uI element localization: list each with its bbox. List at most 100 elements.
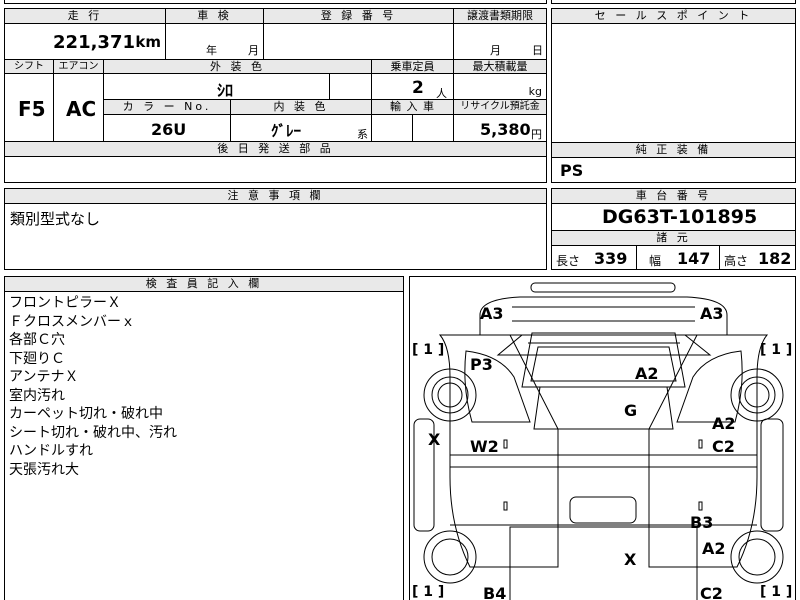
aircon-label: エアコン xyxy=(58,61,99,72)
cargo-bed-shape xyxy=(509,526,698,600)
transfer-day: 日 xyxy=(532,44,543,57)
inspector-line: アンテナＸ xyxy=(9,369,79,385)
import-cell-right xyxy=(412,114,454,142)
capacity-header: 乗車定員 xyxy=(371,59,454,74)
recycle-cell: 5,380 円 xyxy=(453,114,547,142)
inspector-line: 天張汚れ大 xyxy=(9,461,79,478)
inspector-line: 室内汚れ xyxy=(9,387,65,404)
max-load-cell: kg xyxy=(453,73,547,100)
interior-color-suffix: 系 xyxy=(357,128,368,141)
damage-mark-b4: B4 xyxy=(483,584,507,600)
mileage-header: 走 行 xyxy=(4,8,166,24)
aircon-header: エアコン xyxy=(53,59,104,74)
max-load-unit: kg xyxy=(528,85,542,98)
interior-color-value: ｸﾞﾚｰ xyxy=(271,122,302,140)
recycle-header: リサイクル預託金 xyxy=(453,99,547,115)
interior-color-cell: ｸﾞﾚｰ 系 xyxy=(230,114,372,142)
damage-mark-a2-right-lower: A2 xyxy=(702,539,726,558)
damage-mark-a3-left: A3 xyxy=(480,304,504,323)
registration-label: 登 録 番 号 xyxy=(320,9,397,22)
notes-label: 注 意 事 項 欄 xyxy=(227,189,324,202)
inspector-lines: フロントピラーＸ Ｆクロスメンバーｘ 各部Ｃ穴 下廻りＣ アンテナＸ 室内汚れ … xyxy=(9,294,177,479)
inspector-line: Ｆクロスメンバーｘ xyxy=(9,313,135,330)
recycle-label: リサイクル預託金 xyxy=(460,101,540,112)
inspector-line: ハンドルすれ xyxy=(9,443,93,459)
specs-header: 諸 元 xyxy=(551,230,796,246)
later-parts-header: 後 日 発 送 部 品 xyxy=(4,141,547,157)
front-bumper-shape xyxy=(530,282,676,293)
sales-point-body xyxy=(551,23,796,143)
hood-shape xyxy=(479,296,728,336)
mileage-cell: 221,371 km xyxy=(4,23,166,60)
sales-point-label: セ ー ル ス ポ イ ン ト xyxy=(594,9,753,22)
tire-rear-left-inner xyxy=(431,538,469,576)
damage-mark-w2: W2 xyxy=(470,437,499,456)
genuine-equipment-cell: PS xyxy=(551,157,796,183)
inspector-header: 検 査 員 記 入 欄 xyxy=(4,276,404,292)
later-parts-label: 後 日 発 送 部 品 xyxy=(217,142,334,155)
mileage-label: 走 行 xyxy=(67,9,103,22)
vehicle-diagram-panel: [ 1 ] [ 1 ] [ 1 ] [ 1 ] A3 A3 P3 A2 G A2… xyxy=(409,276,796,600)
length-value: 339 xyxy=(594,249,628,268)
interior-color-label: 内 装 色 xyxy=(273,100,329,113)
chassis-value: DG63T-101895 xyxy=(602,206,758,228)
color-no-header: カ ラ ー No. xyxy=(103,99,231,115)
import-label: 輸 入 車 xyxy=(390,100,435,113)
capacity-value: 2 xyxy=(412,78,424,98)
width-value: 147 xyxy=(677,249,711,268)
color-no-label: カ ラ ー No. xyxy=(122,100,212,113)
registration-cell xyxy=(263,23,454,60)
aircon-cell: AC xyxy=(53,73,104,142)
height-label: 高さ xyxy=(724,254,749,268)
tire-label-rear-left: [ 1 ] xyxy=(412,584,445,600)
damage-mark-c2-right: C2 xyxy=(712,437,735,456)
chassis-cell: DG63T-101895 xyxy=(551,203,796,231)
shift-label: シフト xyxy=(14,61,44,72)
transfer-label: 譲渡書類期限 xyxy=(467,9,533,22)
damage-mark-a2-right: A2 xyxy=(712,414,736,433)
exterior-color-cell: ｼﾛ xyxy=(103,73,330,100)
tire-label-front-right: [ 1 ] xyxy=(760,342,793,358)
exterior-color-value: ｼﾛ xyxy=(217,81,234,100)
capacity-label: 乗車定員 xyxy=(390,60,435,73)
max-load-label: 最大積載量 xyxy=(472,60,528,73)
import-cell-left xyxy=(371,114,413,142)
notes-cell: 類別型式なし xyxy=(4,203,547,270)
height-value: 182 xyxy=(758,249,792,268)
interior-color-header: 内 装 色 xyxy=(230,99,372,115)
inspection-label: 車 検 xyxy=(197,9,232,22)
later-parts-cell xyxy=(4,156,547,183)
damage-mark-p3: P3 xyxy=(470,355,493,374)
aircon-value: AC xyxy=(66,97,97,121)
notes-value: 類別型式なし xyxy=(10,210,101,228)
top-cut-strip xyxy=(4,0,547,4)
shift-header: シフト xyxy=(4,59,54,74)
exterior-color-header: 外 装 色 xyxy=(103,59,372,74)
shift-value: F5 xyxy=(18,97,46,121)
inspector-line: 各部Ｃ穴 xyxy=(9,332,65,348)
inspector-line: フロントピラーＸ xyxy=(9,295,121,311)
chassis-label: 車 台 番 号 xyxy=(635,189,712,202)
top-cut-strip-right xyxy=(551,0,796,4)
inspection-month: 月 xyxy=(248,44,259,57)
height-cell: 高さ 182 xyxy=(719,245,796,270)
damage-mark-x-bed: X xyxy=(624,550,637,569)
genuine-equipment-label: 純 正 装 備 xyxy=(635,143,712,156)
tire-label-front-left: [ 1 ] xyxy=(412,342,445,358)
hood-inner xyxy=(512,306,695,322)
recycle-unit: 円 xyxy=(531,128,542,141)
length-label: 長さ xyxy=(556,254,581,268)
recycle-value: 5,380 xyxy=(480,120,531,139)
import-header: 輸 入 車 xyxy=(371,99,454,115)
transfer-cell: 月 日 xyxy=(453,23,547,60)
inspection-header: 車 検 xyxy=(165,8,264,24)
inspector-cell: フロントピラーＸ Ｆクロスメンバーｘ 各部Ｃ穴 下廻りＣ アンテナＸ 室内汚れ … xyxy=(4,291,404,600)
width-cell: 幅 147 xyxy=(636,245,720,270)
capacity-cell: 2 人 xyxy=(371,73,454,100)
length-cell: 長さ 339 xyxy=(551,245,637,270)
inspector-line: シート切れ・破れ中、汚れ xyxy=(9,424,177,441)
chassis-header: 車 台 番 号 xyxy=(551,188,796,204)
transfer-header: 譲渡書類期限 xyxy=(453,8,547,24)
inspection-year: 年 xyxy=(206,44,217,57)
genuine-equipment-header: 純 正 装 備 xyxy=(551,142,796,158)
